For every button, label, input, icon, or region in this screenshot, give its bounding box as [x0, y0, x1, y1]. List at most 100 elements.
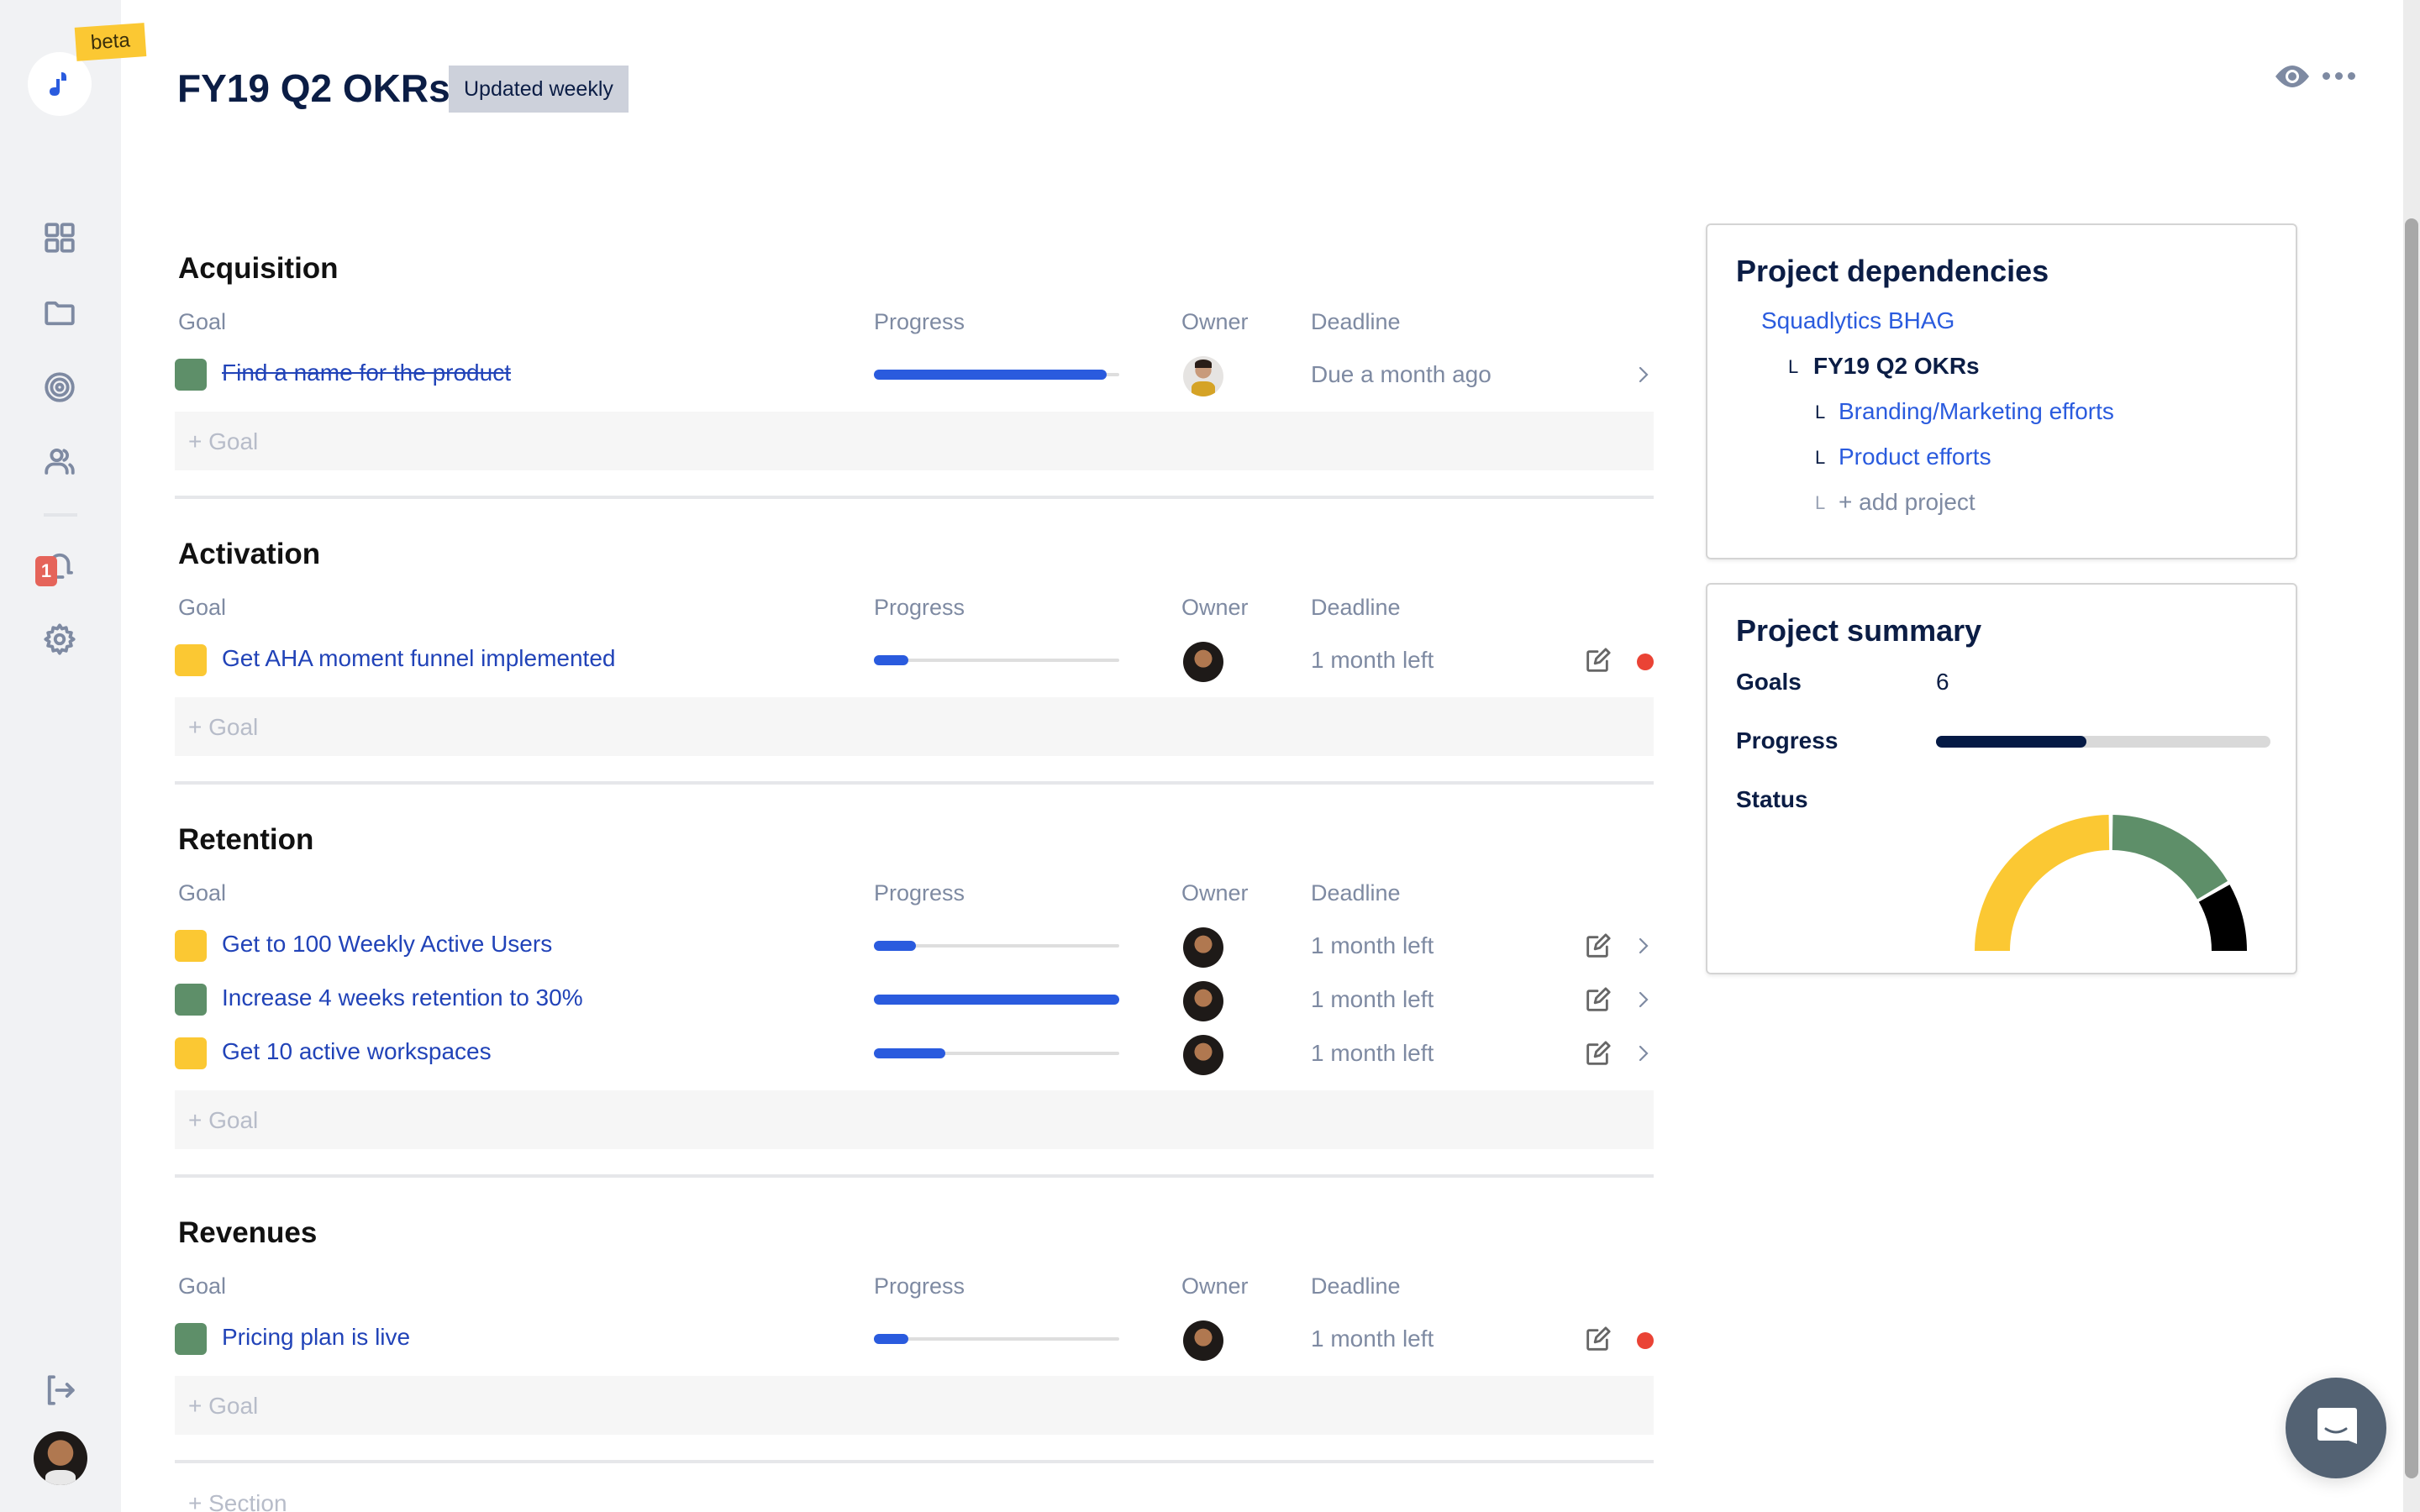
goal-progress-fill — [874, 655, 908, 665]
summary-progress-bar — [1936, 736, 2270, 748]
owner-avatar[interactable] — [1183, 981, 1223, 1021]
beta-badge: beta — [74, 23, 147, 61]
chevron-right-icon[interactable] — [1635, 934, 1652, 958]
app-logo[interactable] — [28, 52, 92, 116]
goal-deadline: 1 month left — [1311, 647, 1434, 673]
add-goal-label: + Goal — [188, 1393, 259, 1419]
notification-count-badge: 1 — [35, 556, 57, 586]
logout-button[interactable] — [40, 1371, 79, 1410]
goal-status-indicator[interactable] — [175, 930, 207, 962]
goal-deadline: 1 month left — [1311, 1326, 1434, 1352]
dependency-child-link[interactable]: Branding/Marketing efforts — [1839, 398, 2114, 425]
goal-progress-bar — [874, 655, 1119, 665]
alert-status-dot — [1637, 1332, 1654, 1349]
goal-status-indicator[interactable] — [175, 984, 207, 1016]
grid-icon — [45, 223, 75, 253]
add-goal-label: + Goal — [188, 714, 259, 740]
summary-status-label: Status — [1736, 786, 1808, 812]
edit-icon[interactable] — [1583, 647, 1612, 675]
status-gauge-chart — [1975, 815, 2247, 951]
column-header-owner: Owner — [1181, 880, 1249, 906]
goal-status-indicator[interactable] — [175, 1323, 207, 1355]
owner-avatar[interactable] — [1183, 1320, 1223, 1361]
goal-status-indicator[interactable] — [175, 644, 207, 676]
sidebar-item-team[interactable] — [40, 442, 79, 480]
section-title: Retention — [178, 823, 314, 856]
goal-row[interactable]: Get to 100 Weekly Active Users 1 month l… — [175, 919, 1654, 973]
goal-status-indicator[interactable] — [175, 1037, 207, 1069]
more-options-button[interactable] — [2323, 72, 2355, 80]
more-dot — [2348, 72, 2355, 80]
goal-progress-fill — [874, 1048, 945, 1058]
sidebar-divider — [44, 513, 77, 517]
add-project-button[interactable]: + add project — [1839, 489, 1975, 516]
column-header-deadline: Deadline — [1311, 1273, 1401, 1299]
goal-name-link[interactable]: Get to 100 Weekly Active Users — [222, 931, 552, 958]
section-divider — [175, 781, 1654, 785]
add-goal-button[interactable]: + Goal — [175, 697, 1654, 756]
watch-eye-icon[interactable] — [2274, 64, 2311, 89]
goal-progress-fill — [874, 370, 1107, 380]
edit-icon[interactable] — [1583, 932, 1612, 961]
summary-progress-label: Progress — [1736, 727, 1839, 753]
goal-name-link[interactable]: Increase 4 weeks retention to 30% — [222, 984, 583, 1011]
goal-row[interactable]: Increase 4 weeks retention to 30% 1 mont… — [175, 973, 1654, 1026]
folder-icon — [45, 301, 75, 326]
chevron-right-icon[interactable] — [1635, 1042, 1652, 1065]
add-goal-button[interactable]: + Goal — [175, 1090, 1654, 1149]
column-header-progress: Progress — [874, 1273, 965, 1299]
owner-avatar[interactable] — [1183, 1035, 1223, 1075]
gauge-segment-at-risk — [1975, 815, 2110, 951]
edit-icon[interactable] — [1583, 1040, 1612, 1068]
goal-name-link[interactable]: Find a name for the product — [222, 360, 511, 386]
column-header-goal: Goal — [178, 880, 227, 906]
sidebar-item-projects[interactable] — [40, 294, 79, 333]
dependencies-title: Project dependencies — [1736, 254, 2049, 288]
goal-row[interactable]: Get 10 active workspaces 1 month left — [175, 1026, 1654, 1080]
goal-status-indicator[interactable] — [175, 359, 207, 391]
goal-progress-bar — [874, 370, 1119, 380]
sidebar-item-settings[interactable] — [40, 620, 79, 659]
page-scrollbar[interactable] — [2403, 0, 2420, 1512]
sidebar-item-dashboard[interactable] — [40, 218, 79, 257]
edit-icon[interactable] — [1583, 1326, 1612, 1354]
section-divider — [175, 496, 1654, 499]
owner-avatar[interactable] — [1183, 927, 1223, 968]
add-goal-button[interactable]: + Goal — [175, 1376, 1654, 1435]
add-goal-button[interactable]: + Goal — [175, 412, 1654, 470]
summary-goals-value: 6 — [1936, 669, 1949, 695]
owner-avatar[interactable] — [1183, 642, 1223, 682]
column-header-owner: Owner — [1181, 309, 1249, 334]
dependency-parent-link[interactable]: Squadlytics BHAG — [1761, 307, 1954, 334]
gear-icon — [44, 623, 76, 655]
dependency-child-link[interactable]: Product efforts — [1839, 444, 1991, 470]
add-section-button[interactable]: + Section — [188, 1490, 287, 1512]
chevron-right-icon[interactable] — [1635, 988, 1652, 1011]
gauge-segment-off-track — [2198, 885, 2247, 951]
goal-name-link[interactable]: Pricing plan is live — [222, 1324, 410, 1351]
goal-row[interactable]: Find a name for the product Due a month … — [175, 348, 1654, 402]
scrollbar-thumb[interactable] — [2405, 218, 2418, 1478]
column-header-goal: Goal — [178, 595, 227, 620]
summary-goals-label: Goals — [1736, 669, 1802, 695]
more-dot — [2335, 72, 2343, 80]
chevron-right-icon[interactable] — [1635, 363, 1652, 386]
goal-row[interactable]: Pricing plan is live 1 month left — [175, 1312, 1654, 1366]
goal-name-link[interactable]: Get AHA moment funnel implemented — [222, 645, 615, 672]
column-header-deadline: Deadline — [1311, 309, 1401, 334]
column-header-deadline: Deadline — [1311, 595, 1401, 620]
update-frequency-badge[interactable]: Updated weekly — [449, 66, 629, 113]
edit-icon[interactable] — [1583, 986, 1612, 1015]
goal-row[interactable]: Get AHA moment funnel implemented 1 mont… — [175, 633, 1654, 687]
more-dot — [2323, 72, 2330, 80]
column-header-owner: Owner — [1181, 595, 1249, 620]
sidebar-item-goals[interactable] — [40, 368, 79, 407]
support-chat-button[interactable] — [2286, 1378, 2386, 1478]
owner-avatar[interactable] — [1183, 356, 1223, 396]
goal-name-link[interactable]: Get 10 active workspaces — [222, 1038, 492, 1065]
sidebar: beta 1 — [0, 0, 147, 1512]
chat-icon — [2317, 1408, 2357, 1444]
project-dependencies-card: Project dependencies Squadlytics BHAG L … — [1706, 223, 2297, 559]
user-avatar[interactable] — [34, 1431, 87, 1485]
app-root: beta 1 FY19 Q2 OKRs Updated weekly Acqui… — [0, 0, 2420, 1512]
